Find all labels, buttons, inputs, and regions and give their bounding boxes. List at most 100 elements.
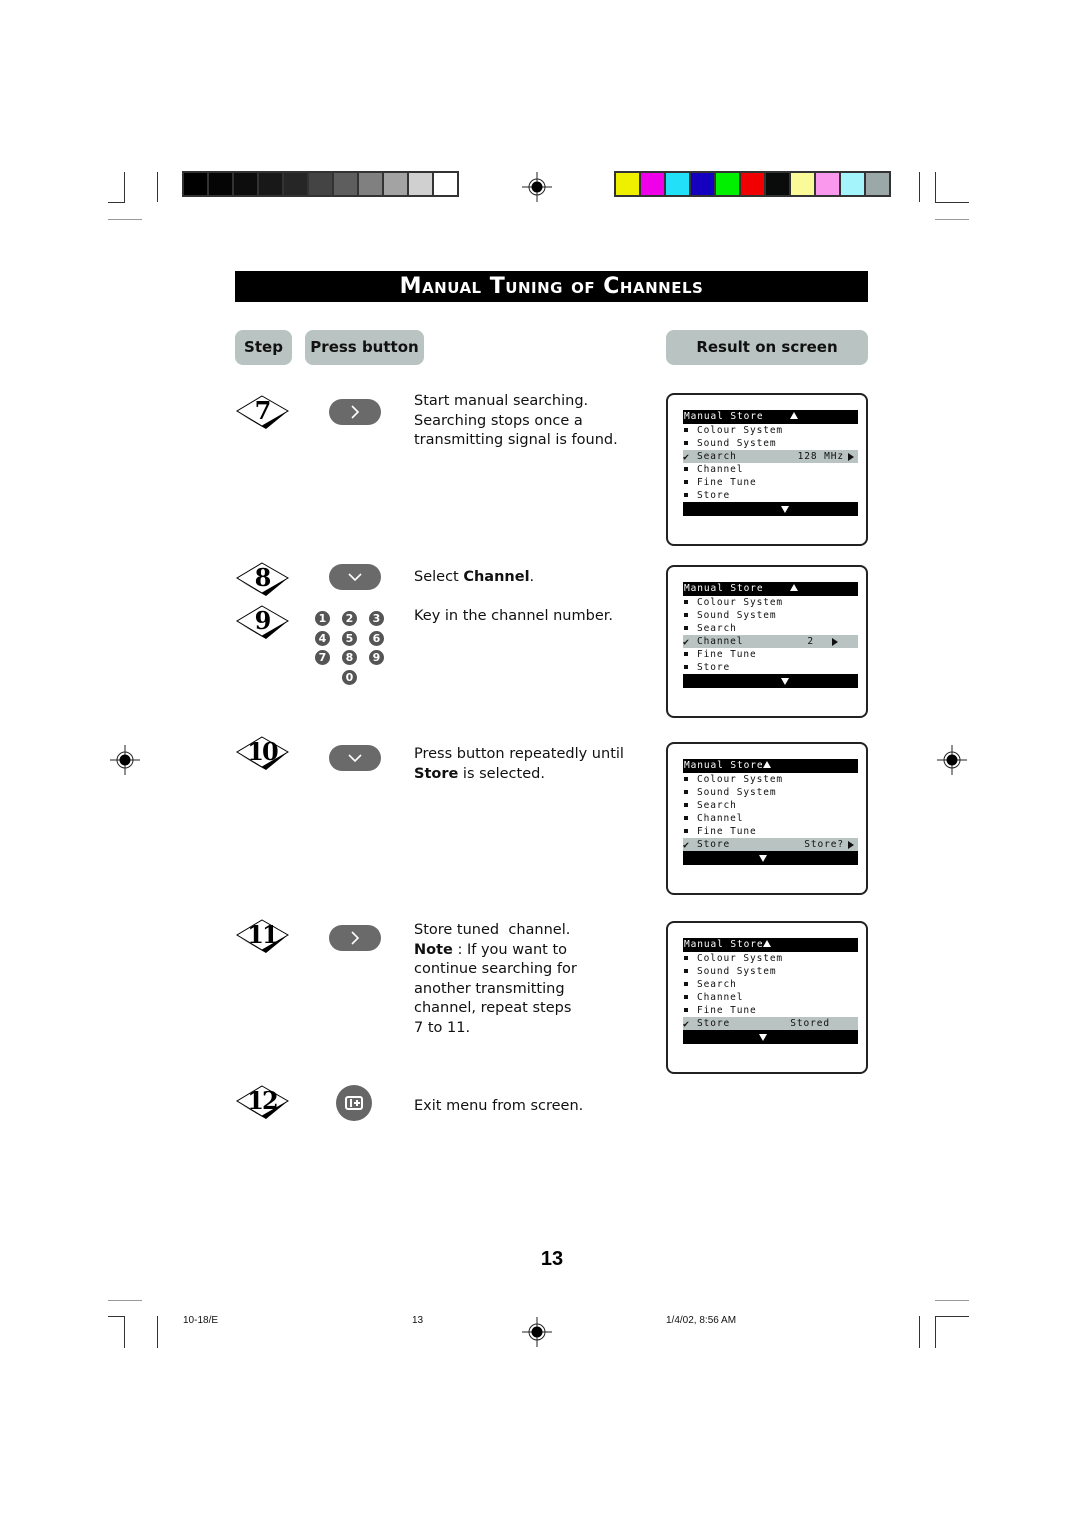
- gray-swatch: [409, 173, 432, 195]
- number-key-9: 9: [369, 650, 384, 665]
- osd-item-label: Sound System: [697, 966, 777, 977]
- osd-item-label: Fine Tune: [697, 1005, 757, 1016]
- page-number: 13: [540, 1248, 564, 1270]
- footer-timestamp: 1/4/02, 8:56 AM: [666, 1315, 737, 1326]
- step-9-badge: 9: [236, 605, 292, 641]
- gray-swatch: [259, 173, 282, 195]
- osd-item-label: Sound System: [697, 610, 777, 621]
- osd-info-button: [336, 1085, 372, 1121]
- osd-title-text: Manual Store: [684, 939, 764, 950]
- bullet-icon: [684, 600, 688, 604]
- gray-swatch: [284, 173, 307, 195]
- step-10-badge: 10: [236, 736, 292, 772]
- gray-swatch: [309, 173, 332, 195]
- text: Press button repeatedly until: [414, 746, 624, 762]
- scroll-up-icon: [763, 940, 772, 947]
- registration-mark-icon: [937, 745, 967, 775]
- osd-menu-item: Fine Tune: [683, 1004, 858, 1017]
- osd-menu-item: ✔ Store Store?: [683, 838, 858, 851]
- osd-menu-footer: [683, 674, 858, 688]
- step-10-description: Press button repeatedly until Store is s…: [414, 745, 644, 784]
- footer-page: 13: [412, 1315, 424, 1326]
- arrow-right-icon: [848, 453, 854, 461]
- bullet-icon: [684, 816, 688, 820]
- number-key-2: 2: [342, 611, 357, 626]
- osd-menu-item: Channel: [683, 812, 858, 825]
- header-press-button: Press button: [305, 330, 424, 365]
- step-number: 12: [247, 1086, 278, 1115]
- text: is selected.: [458, 765, 545, 782]
- osd-menu-item: Channel: [683, 991, 858, 1004]
- bullet-icon: [684, 777, 688, 781]
- osd-menu-item: Colour System: [683, 424, 858, 437]
- bullet-icon: [684, 665, 688, 669]
- osd-menu-item: Sound System: [683, 786, 858, 799]
- osd-item-label: Colour System: [697, 774, 784, 785]
- osd-menu-item: Search: [683, 799, 858, 812]
- osd-menu-footer: [683, 851, 858, 865]
- down-arrow-button: [329, 564, 381, 590]
- osd-menu-item: Colour System: [683, 596, 858, 609]
- crop-mark: [919, 1316, 920, 1348]
- osd-menu-item: Fine Tune: [683, 476, 858, 489]
- step-11-description: Store tuned channel. Note : If you want …: [414, 921, 644, 1039]
- osd-menu-item: Colour System: [683, 952, 858, 965]
- registration-mark-icon: [522, 172, 552, 202]
- osd-menu-item: Search: [683, 978, 858, 991]
- osd-menu-item: Search: [683, 622, 858, 635]
- color-swatch: [691, 173, 714, 195]
- crop-mark: [157, 172, 158, 202]
- chevron-right-icon: [351, 931, 360, 945]
- step-number: 7: [254, 396, 272, 425]
- osd-menu-title: Manual Store: [683, 410, 858, 424]
- step-number: 10: [247, 737, 278, 766]
- osd-menu: Manual Store Colour System Sound System ✔ S…: [683, 410, 858, 516]
- osd-item-label: Channel: [697, 636, 744, 647]
- crop-mark: [108, 1316, 125, 1317]
- step-12-description: Exit menu from screen.: [414, 1098, 584, 1114]
- osd-menu-footer: [683, 1030, 858, 1044]
- color-calibration-bar: [614, 171, 891, 197]
- tv-screen-step-11: Manual Store Colour System Sound System Sea…: [666, 921, 868, 1074]
- crop-mark: [108, 1300, 142, 1301]
- scroll-up-icon: [789, 584, 798, 591]
- osd-item-label: Store: [697, 1018, 731, 1029]
- osd-menu-title: Manual Store: [683, 582, 858, 596]
- crop-mark: [935, 219, 969, 220]
- bullet-icon: [684, 613, 688, 617]
- arrow-right-icon: [848, 841, 854, 849]
- osd-item-value: 128 MHz: [797, 451, 844, 462]
- osd-menu-item: Fine Tune: [683, 648, 858, 661]
- osd-menu-title: Manual Store: [683, 759, 858, 773]
- osd-menu-item: Store: [683, 489, 858, 502]
- osd-item-label: Store: [697, 839, 731, 850]
- right-arrow-button: [329, 399, 381, 425]
- scroll-up-icon: [789, 412, 798, 419]
- osd-title-text: Manual Store: [684, 583, 790, 594]
- osd-item-label: Search: [697, 979, 737, 990]
- scroll-up-icon: [763, 761, 772, 768]
- osd-menu-item: ✔ Channel 2: [683, 635, 858, 648]
- crop-mark: [108, 202, 125, 203]
- crop-mark: [935, 202, 969, 203]
- bullet-icon: [684, 969, 688, 973]
- text-bold: Store: [414, 765, 459, 782]
- osd-item-label: Colour System: [697, 953, 784, 964]
- osd-item-label: Store: [697, 662, 731, 673]
- bullet-icon: [684, 480, 688, 484]
- registration-mark-icon: [110, 745, 140, 775]
- gray-swatch: [334, 173, 357, 195]
- osd-item-label: Sound System: [697, 787, 777, 798]
- text: .: [529, 569, 535, 585]
- text: continue searching for: [414, 961, 577, 978]
- step-8-badge: 8: [236, 562, 292, 598]
- scroll-down-icon: [781, 506, 789, 513]
- text: channel, repeat steps: [414, 1000, 572, 1017]
- color-swatch: [641, 173, 664, 195]
- bullet-icon: [684, 467, 688, 471]
- osd-item-label: Search: [697, 451, 737, 462]
- crop-mark: [124, 172, 125, 202]
- osd-menu: Manual Store Colour System Sound System Sea…: [683, 759, 858, 865]
- chevron-down-icon: [348, 573, 362, 582]
- bullet-icon: [684, 982, 688, 986]
